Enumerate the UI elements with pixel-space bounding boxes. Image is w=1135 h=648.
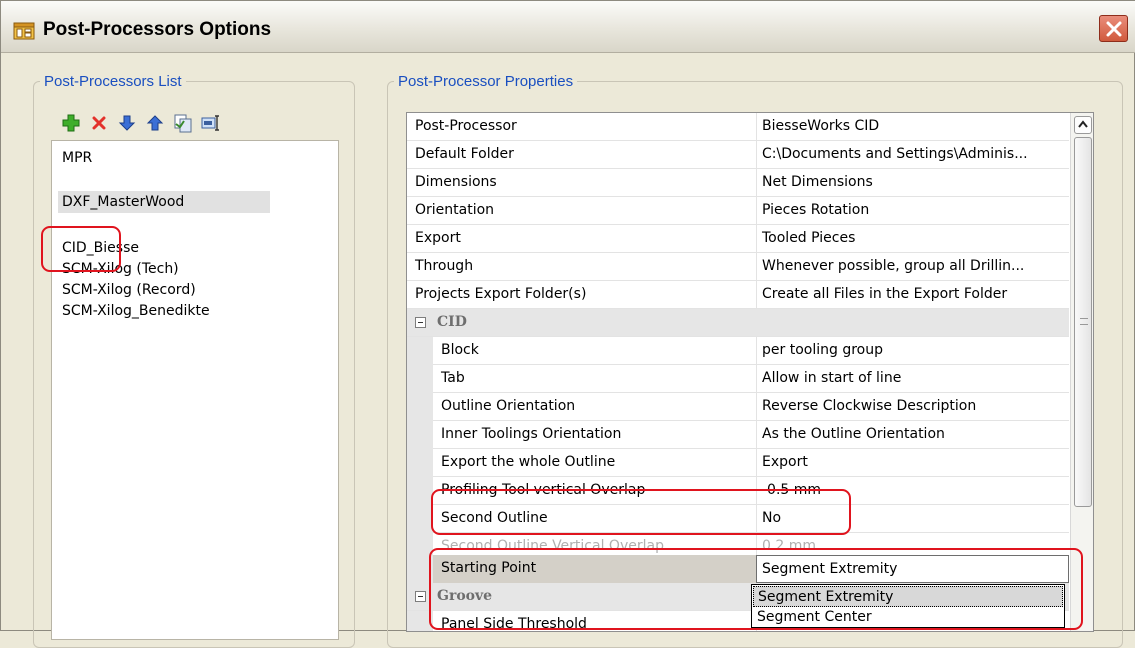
- delete-icon[interactable]: [89, 113, 109, 133]
- indent-bar: [407, 505, 433, 533]
- grip-icon: [1080, 318, 1088, 325]
- close-button[interactable]: [1099, 15, 1128, 42]
- title-bar[interactable]: Post-Processors Options: [1, 1, 1135, 53]
- rename-icon[interactable]: [201, 113, 221, 133]
- property-row[interactable]: Export Tooled Pieces: [407, 225, 1069, 253]
- property-row[interactable]: Projects Export Folder(s) Create all Fil…: [407, 281, 1069, 309]
- indent-bar: [407, 421, 433, 449]
- list-item[interactable]: SCM-Xilog_Benedikte: [58, 300, 214, 322]
- property-value[interactable]: No: [756, 505, 1069, 533]
- vertical-scrollbar[interactable]: [1070, 113, 1093, 631]
- indent-bar: [407, 393, 433, 421]
- property-name: Dimensions: [415, 174, 497, 190]
- category-row-cid[interactable]: CID: [407, 309, 1069, 337]
- property-value[interactable]: Net Dimensions: [756, 169, 1069, 197]
- starting-point-dropdown[interactable]: Segment Extremity Segment Center: [751, 584, 1065, 628]
- property-row[interactable]: Through Whenever possible, group all Dri…: [407, 253, 1069, 281]
- property-name: Profiling Tool vertical Overlap: [441, 482, 646, 498]
- indent-bar: [407, 337, 433, 365]
- post-processors-options-dialog: Post-Processors Options Post-Processors …: [0, 0, 1135, 648]
- property-row-starting-point[interactable]: Starting Point Segment Extremity: [407, 555, 1089, 583]
- post-processor-properties-legend: Post-Processor Properties: [398, 73, 574, 90]
- property-name: Projects Export Folder(s): [415, 286, 587, 302]
- copy-icon[interactable]: [173, 113, 193, 133]
- scroll-up-button[interactable]: [1074, 116, 1092, 134]
- chevron-up-icon: [1078, 120, 1088, 128]
- property-value[interactable]: As the Outline Orientation: [756, 421, 1069, 449]
- category-name: Groove: [437, 588, 493, 604]
- property-row[interactable]: Block per tooling group: [407, 337, 1069, 365]
- list-item[interactable]: SCM-Xilog (Tech): [58, 258, 183, 280]
- list-item[interactable]: DXF_MasterWood: [58, 191, 270, 213]
- property-row[interactable]: Default Folder C:\Documents and Settings…: [407, 141, 1069, 169]
- property-value[interactable]: Pieces Rotation: [756, 197, 1069, 225]
- add-icon[interactable]: [61, 113, 81, 133]
- post-processors-list-legend: Post-Processors List: [44, 73, 182, 90]
- property-row-second-outline[interactable]: Second Outline No: [407, 505, 1069, 533]
- indent-bar: [407, 449, 433, 477]
- property-row[interactable]: Export the whole Outline Export: [407, 449, 1069, 477]
- move-up-icon[interactable]: [145, 113, 165, 133]
- property-row[interactable]: Orientation Pieces Rotation: [407, 197, 1069, 225]
- indent-bar: [407, 365, 433, 393]
- scroll-thumb[interactable]: [1074, 137, 1092, 507]
- property-value[interactable]: per tooling group: [756, 337, 1069, 365]
- indent-bar: [407, 611, 433, 631]
- property-row[interactable]: Tab Allow in start of line: [407, 365, 1069, 393]
- property-row[interactable]: Outline Orientation Reverse Clockwise De…: [407, 393, 1069, 421]
- list-item[interactable]: MPR: [58, 147, 96, 169]
- property-row[interactable]: Post-Processor BiesseWorks CID: [407, 113, 1069, 141]
- property-value[interactable]: Create all Files in the Export Folder: [756, 281, 1069, 309]
- property-value[interactable]: -0.5 mm: [756, 477, 1069, 505]
- list-item[interactable]: SCM-Xilog (Record): [58, 279, 200, 301]
- property-name: Orientation: [415, 202, 495, 218]
- property-value[interactable]: C:\Documents and Settings\Adminis...: [756, 141, 1069, 169]
- list-item[interactable]: CID_Biesse: [58, 237, 143, 259]
- dropdown-option[interactable]: Segment Center: [753, 607, 1063, 628]
- post-processors-list[interactable]: MPR DXF_MasterWood CID_Biesse SCM-Xilog …: [51, 140, 339, 640]
- property-value[interactable]: Reverse Clockwise Description: [756, 393, 1069, 421]
- property-name: Tab: [441, 370, 465, 386]
- collapse-icon[interactable]: [415, 591, 426, 602]
- property-name: Starting Point: [433, 555, 756, 583]
- property-name: Block: [441, 342, 479, 358]
- collapse-icon[interactable]: [415, 317, 426, 328]
- property-row[interactable]: Inner Toolings Orientation As the Outlin…: [407, 421, 1069, 449]
- property-grid[interactable]: Post-Processor BiesseWorks CID Default F…: [406, 112, 1094, 632]
- property-name: Export the whole Outline: [441, 454, 616, 470]
- property-name: Inner Toolings Orientation: [441, 426, 622, 442]
- move-down-icon[interactable]: [117, 113, 137, 133]
- property-name: Second Outline: [441, 510, 548, 526]
- window-title: Post-Processors Options: [43, 19, 272, 40]
- property-value[interactable]: Whenever possible, group all Drillin...: [756, 253, 1069, 281]
- property-name: Through: [415, 258, 474, 274]
- property-value[interactable]: Allow in start of line: [756, 365, 1069, 393]
- close-icon: [1106, 21, 1122, 37]
- property-name: Post-Processor: [415, 118, 517, 134]
- property-value[interactable]: BiesseWorks CID: [756, 113, 1069, 141]
- property-row[interactable]: Dimensions Net Dimensions: [407, 169, 1069, 197]
- property-value[interactable]: Tooled Pieces: [756, 225, 1069, 253]
- property-name: Export: [415, 230, 461, 246]
- property-name: Panel Side Threshold: [441, 616, 587, 632]
- dropdown-option[interactable]: Segment Extremity: [753, 586, 1063, 607]
- property-value[interactable]: Export: [756, 449, 1069, 477]
- indent-bar: [407, 555, 433, 583]
- property-name: Outline Orientation: [441, 398, 576, 414]
- app-icon: [13, 20, 35, 40]
- property-row[interactable]: Profiling Tool vertical Overlap -0.5 mm: [407, 477, 1069, 505]
- category-name: CID: [437, 314, 467, 330]
- indent-bar: [407, 477, 433, 505]
- starting-point-select[interactable]: Segment Extremity: [756, 555, 1069, 583]
- property-name: Default Folder: [415, 146, 514, 162]
